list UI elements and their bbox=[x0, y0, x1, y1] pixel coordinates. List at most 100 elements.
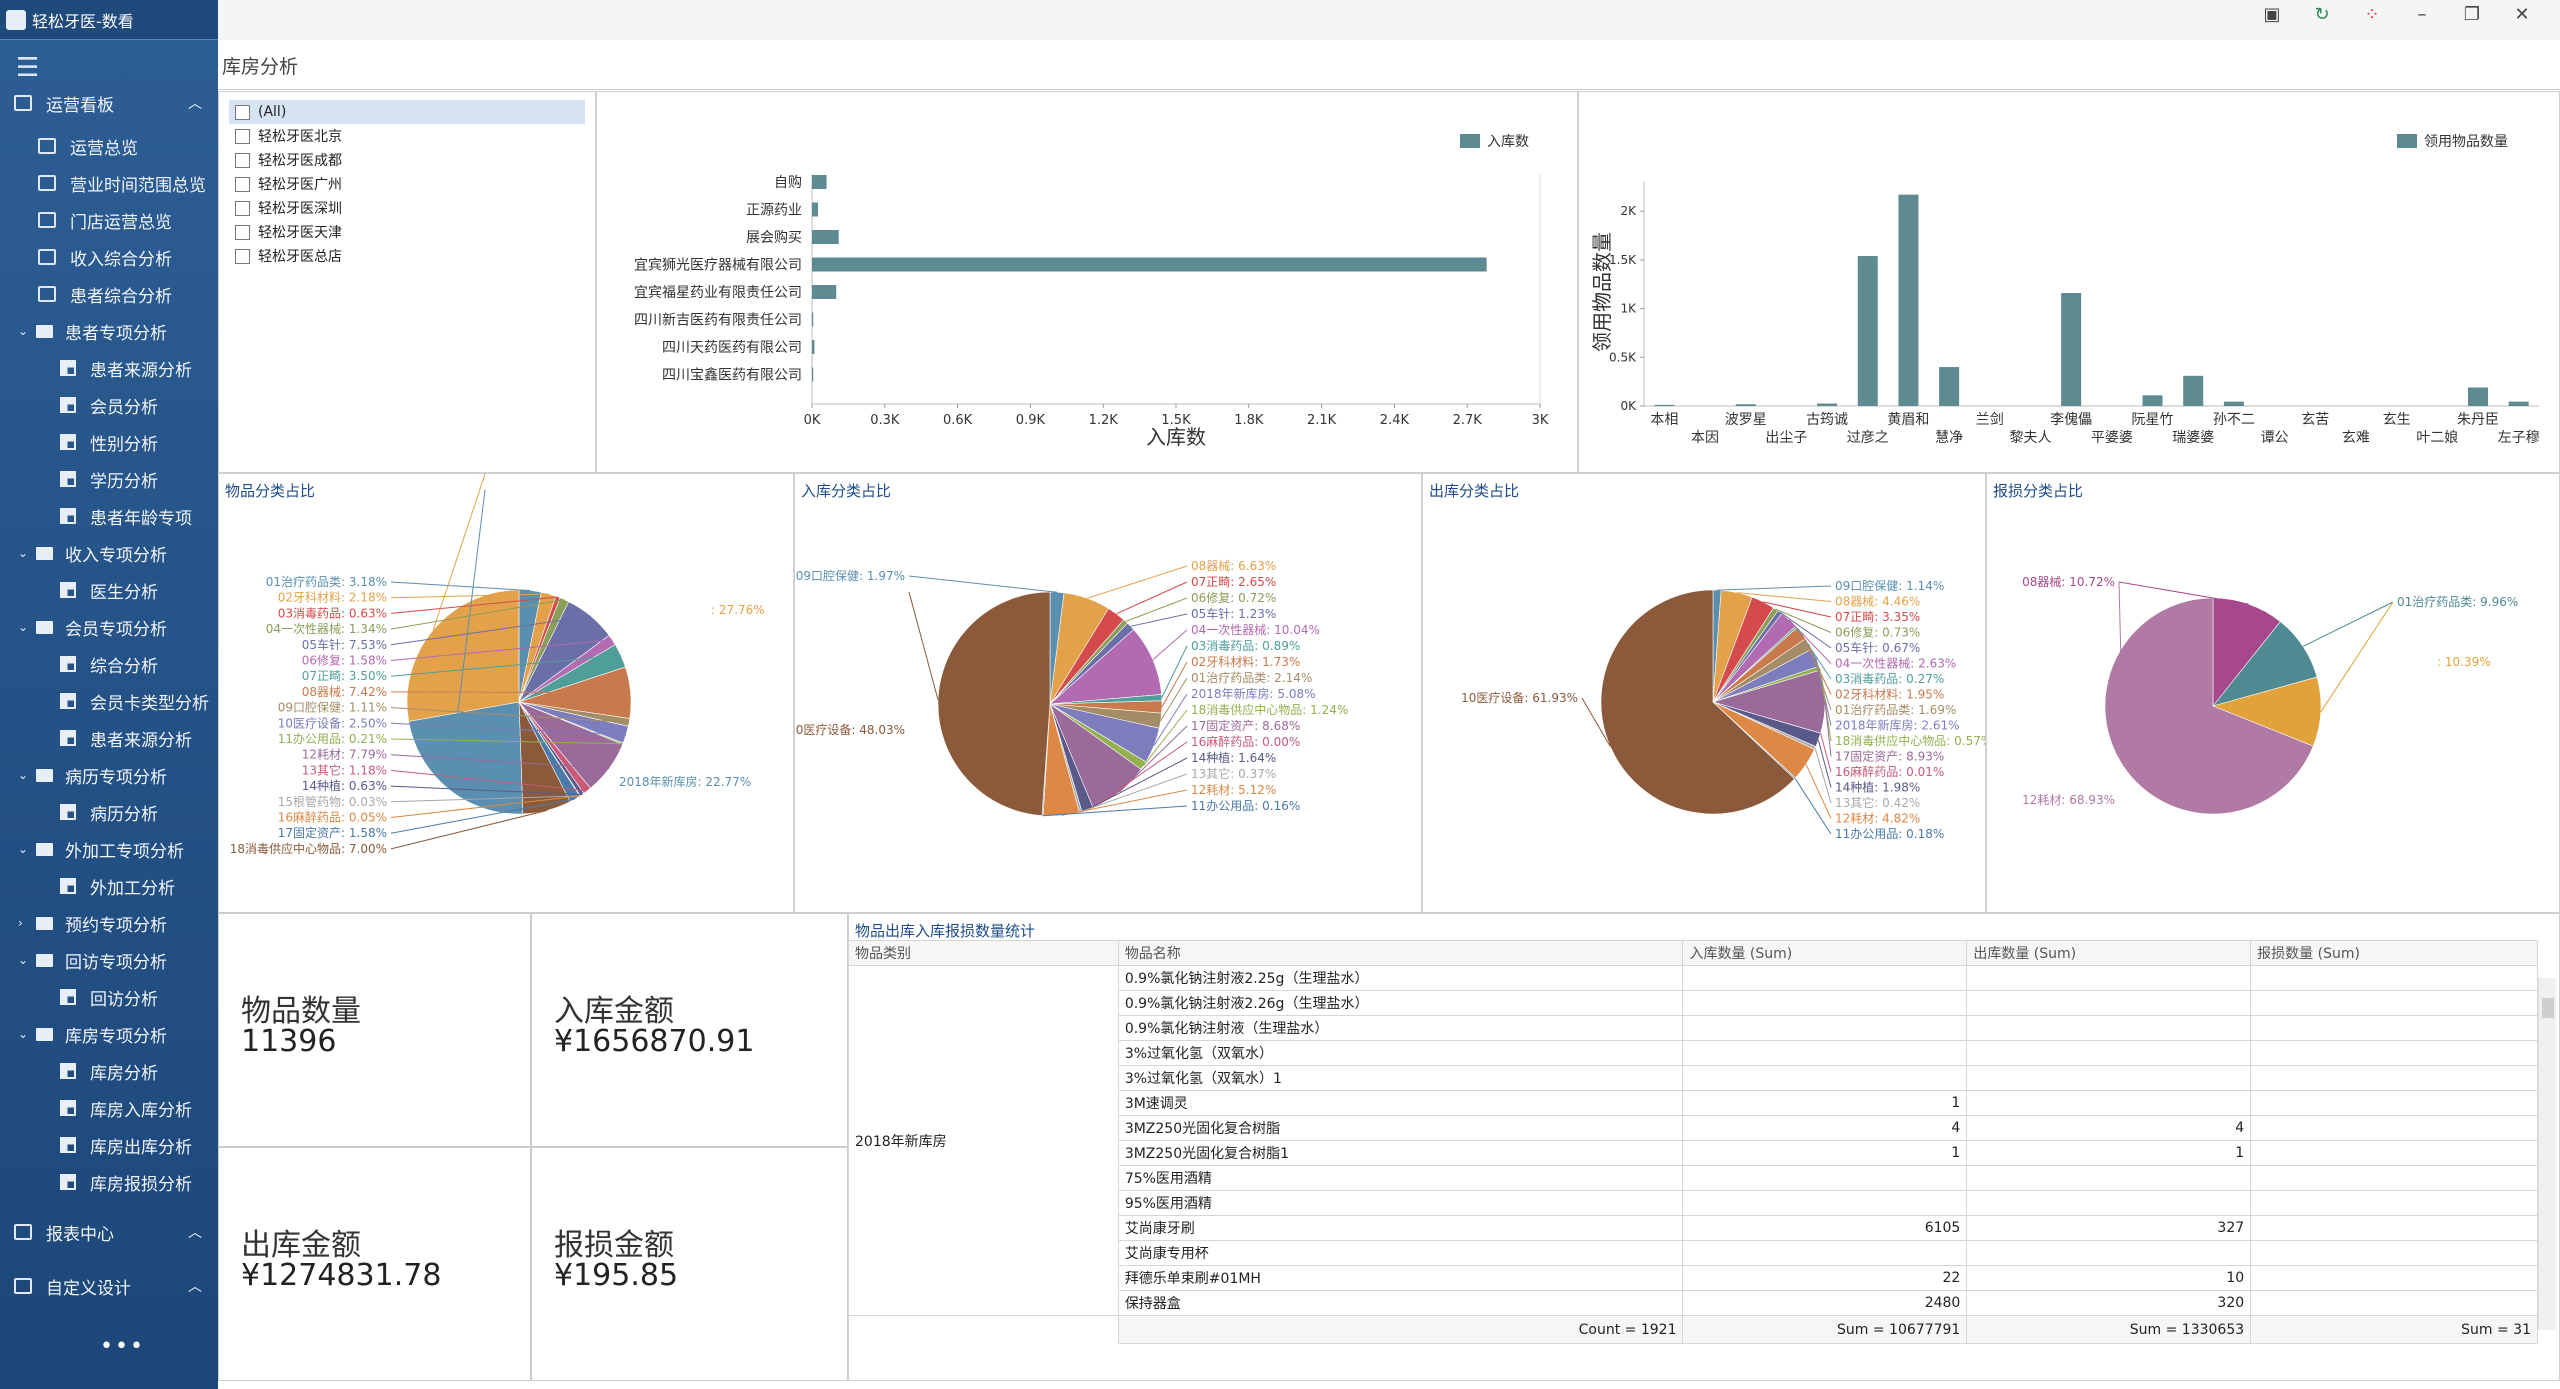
folder-icon bbox=[36, 842, 53, 856]
loss-category-pie-panel: 报损分类占比 08器械: 10.72% 12耗材: 68.93% 01治疗药品类: … bbox=[1986, 473, 2560, 913]
sidebar-item[interactable]: 库房报损分析 bbox=[0, 1164, 218, 1200]
filter-option[interactable]: (All) bbox=[229, 100, 585, 124]
calendar-icon[interactable]: ▣ bbox=[2258, 4, 2286, 25]
sidebar-item-label: 运营总览 bbox=[70, 138, 138, 159]
pie-label: 12耗材: 4.82% bbox=[1835, 812, 1920, 826]
sidebar-item[interactable]: 学历分析 bbox=[0, 461, 218, 497]
filter-option[interactable]: 轻松牙医广州 bbox=[219, 172, 595, 196]
sidebar-item[interactable]: 综合分析 bbox=[0, 646, 218, 682]
checkbox[interactable] bbox=[235, 248, 250, 264]
sidebar-item[interactable]: 门店运营总览 bbox=[0, 202, 218, 238]
sidebar-item[interactable]: 会员分析 bbox=[0, 387, 218, 423]
table-cell bbox=[2250, 1240, 2538, 1266]
refresh-icon[interactable]: ↻ bbox=[2308, 4, 2336, 25]
kpi-outbound-amount: 出库金额 ¥1274831.78 bbox=[218, 1147, 531, 1381]
pie-label: 16麻醉药品: 0.01% bbox=[1835, 764, 1944, 779]
checkbox[interactable] bbox=[235, 224, 250, 240]
sidebar-item-label: 回访分析 bbox=[90, 989, 158, 1010]
sidebar-item[interactable]: 外加工分析 bbox=[0, 868, 218, 904]
filter-option[interactable]: 轻松牙医总店 bbox=[219, 244, 595, 268]
report-icon bbox=[38, 249, 56, 265]
pie-label: 01治疗药品类: 2.14% bbox=[1191, 671, 1312, 685]
pie-leader-line bbox=[2320, 601, 2394, 713]
sidebar-item[interactable]: 收入综合分析 bbox=[0, 239, 218, 275]
x-category-label: 黎夫人 bbox=[2009, 430, 2051, 446]
stock-grid[interactable]: 物品类别 物品名称 入库数量 (Sum) 出库数量 (Sum) 报损数量 (Su… bbox=[848, 940, 2538, 1344]
sidebar-item[interactable]: ⌄ 库房专项分析 bbox=[0, 1016, 218, 1052]
report-icon bbox=[60, 878, 76, 894]
sidebar-item[interactable]: 会员卡类型分析 bbox=[0, 683, 218, 719]
sidebar-item[interactable]: 患者来源分析 bbox=[0, 350, 218, 386]
sidebar-item[interactable]: 运营总览 bbox=[0, 128, 218, 164]
checkbox[interactable] bbox=[235, 128, 250, 144]
sidebar-item[interactable]: 患者综合分析 bbox=[0, 276, 218, 312]
filter-option-label: 轻松牙医天津 bbox=[258, 225, 342, 241]
y-tick-label: 1K bbox=[1620, 302, 1637, 316]
table-cell bbox=[1682, 1040, 1968, 1066]
column-header[interactable]: 出库数量 (Sum) bbox=[1966, 940, 2252, 966]
pie-label: 18消毒供应中心物品: 7.00% bbox=[230, 841, 387, 856]
pie-label: 01治疗药品类: 1.69% bbox=[1835, 703, 1956, 717]
apps-icon[interactable]: ⁘ bbox=[2358, 4, 2386, 25]
filter-option[interactable]: 轻松牙医北京 bbox=[219, 124, 595, 148]
sidebar-item[interactable]: 营业时间范围总览 bbox=[0, 165, 218, 201]
sidebar-item[interactable]: 性别分析 bbox=[0, 424, 218, 460]
sidebar-item[interactable]: ⌄ 患者专项分析 bbox=[0, 313, 218, 349]
checkbox[interactable] bbox=[235, 104, 250, 120]
y-axis-label: 领用物品数量 bbox=[1590, 232, 1614, 352]
pie-label: 02牙科材料: 2.18% bbox=[278, 591, 387, 605]
table-cell bbox=[1966, 965, 2252, 991]
sidebar-item[interactable]: 患者来源分析 bbox=[0, 720, 218, 756]
filter-option[interactable]: 轻松牙医深圳 bbox=[219, 196, 595, 220]
sidebar-item[interactable]: 自定义设计 ︿ bbox=[0, 1268, 218, 1304]
x-category-label: 本因 bbox=[1691, 430, 1719, 446]
sidebar-item[interactable]: ⌄ 回访专项分析 bbox=[0, 942, 218, 978]
report-icon bbox=[60, 730, 76, 746]
scrollbar-thumb[interactable] bbox=[2542, 998, 2554, 1018]
sidebar-item[interactable]: 病历分析 bbox=[0, 794, 218, 830]
sidebar-item[interactable]: ⌄ 会员专项分析 bbox=[0, 609, 218, 645]
pie-label: 02牙科材料: 1.73% bbox=[1191, 655, 1300, 669]
sidebar-item[interactable]: ⌄ 外加工专项分析 bbox=[0, 831, 218, 867]
column-header[interactable]: 物品名称 bbox=[1117, 940, 1684, 966]
filter-option[interactable]: 轻松牙医天津 bbox=[219, 220, 595, 244]
sidebar-item[interactable]: › 预约专项分析 bbox=[0, 905, 218, 941]
sidebar-item[interactable]: 库房出库分析 bbox=[0, 1127, 218, 1163]
table-cell bbox=[1682, 1190, 1968, 1216]
sidebar-item[interactable]: 回访分析 bbox=[0, 979, 218, 1015]
sidebar-item[interactable]: 运营看板 ︿ bbox=[0, 85, 218, 121]
column-header[interactable]: 入库数量 (Sum) bbox=[1682, 940, 1968, 966]
table-cell: 327 bbox=[1966, 1215, 2252, 1241]
sidebar-item[interactable]: 报表中心 ︿ bbox=[0, 1214, 218, 1250]
table-row[interactable]: 2018年新库房 0.9%氯化钠注射液2.25g（生理盐水） bbox=[848, 965, 2538, 1316]
minimize-icon[interactable]: – bbox=[2408, 4, 2436, 25]
report-icon bbox=[60, 804, 76, 820]
filter-option[interactable]: 轻松牙医成都 bbox=[219, 148, 595, 172]
folder-icon bbox=[36, 546, 53, 560]
pie-label: 11办公用品: 0.21% bbox=[278, 731, 387, 746]
restore-icon[interactable]: ❐ bbox=[2458, 4, 2486, 25]
table-cell bbox=[2250, 1265, 2538, 1291]
chevron-up-icon: ︿ bbox=[188, 96, 202, 112]
sidebar-item[interactable]: ⌄ 收入专项分析 bbox=[0, 535, 218, 571]
grid-scrollbar[interactable] bbox=[2538, 978, 2556, 1330]
column-header[interactable]: 报损数量 (Sum) bbox=[2250, 940, 2538, 966]
sidebar-item[interactable]: 库房入库分析 bbox=[0, 1090, 218, 1126]
checkbox[interactable] bbox=[235, 200, 250, 216]
more-icon[interactable]: ••• bbox=[100, 1334, 145, 1359]
sidebar-item[interactable]: 库房分析 bbox=[0, 1053, 218, 1089]
sidebar-item-label: 自定义设计 bbox=[46, 1278, 131, 1299]
checkbox[interactable] bbox=[235, 176, 250, 192]
bar bbox=[812, 230, 839, 244]
sidebar-item[interactable]: ⌄ 病历专项分析 bbox=[0, 757, 218, 793]
pie-label: : 27.76% bbox=[711, 603, 765, 617]
sidebar-item[interactable]: 患者年龄专项 bbox=[0, 498, 218, 534]
close-icon[interactable]: ✕ bbox=[2508, 4, 2536, 25]
chevron-down-icon: ⌄ bbox=[18, 620, 29, 634]
sidebar-item[interactable]: 医生分析 bbox=[0, 572, 218, 608]
pie-label: 04一次性器械: 2.63% bbox=[1835, 656, 1956, 671]
filter-option-label: (All) bbox=[258, 104, 287, 120]
column-header[interactable]: 物品类别 bbox=[848, 940, 1119, 966]
table-cell bbox=[1682, 965, 1968, 991]
checkbox[interactable] bbox=[235, 152, 250, 168]
